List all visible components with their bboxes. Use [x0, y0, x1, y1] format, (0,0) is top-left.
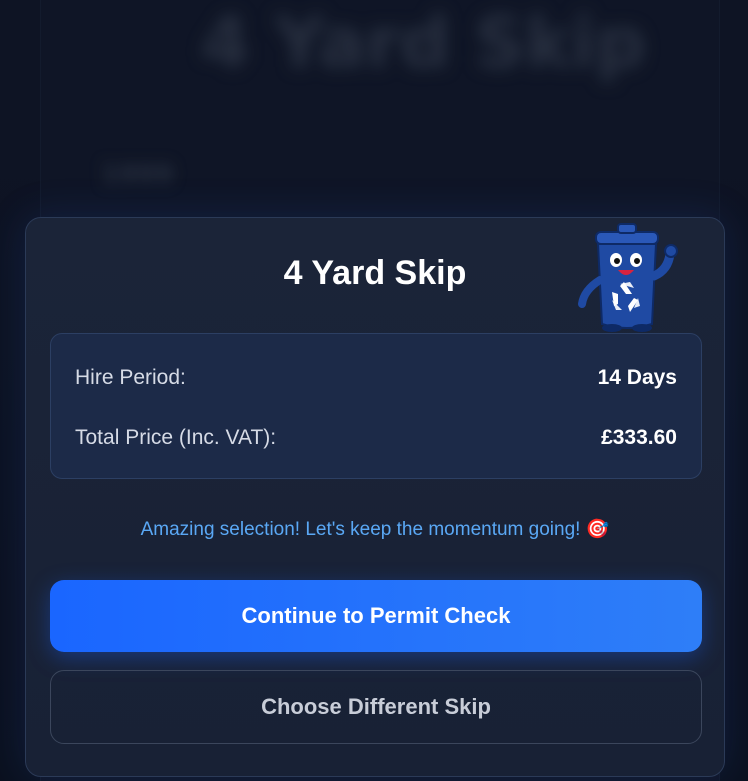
hire-period-value: 14 Days — [597, 366, 677, 389]
target-icon: 🎯 — [585, 519, 610, 540]
total-price-label: Total Price (Inc. VAT): — [75, 426, 277, 449]
total-price-row: Total Price (Inc. VAT): £333.60 — [75, 423, 677, 453]
choose-different-skip-button[interactable]: Choose Different Skip — [50, 670, 702, 744]
hire-period-label: Hire Period: — [75, 366, 186, 389]
skip-selection-modal: 4 Yard Skip Hire Period: 14 Days Total P… — [25, 217, 725, 777]
hire-period-row: Hire Period: 14 Days — [75, 363, 677, 393]
encouragement-message: Amazing selection! Let's keep the moment… — [26, 517, 724, 541]
encouragement-text: Amazing selection! Let's keep the moment… — [140, 519, 581, 540]
skip-details-box: Hire Period: 14 Days Total Price (Inc. V… — [50, 333, 702, 479]
continue-to-permit-check-button[interactable]: Continue to Permit Check — [50, 580, 702, 652]
recycling-bin-mascot-icon — [574, 220, 684, 340]
total-price-value: £333.60 — [601, 426, 677, 449]
